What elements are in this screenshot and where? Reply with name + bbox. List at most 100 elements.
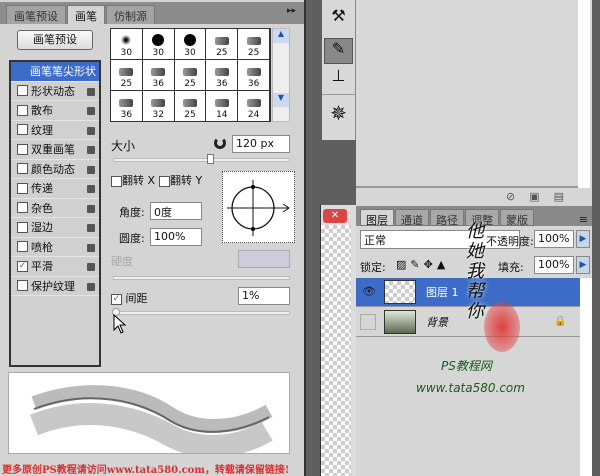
checkbox[interactable]	[17, 241, 28, 253]
brush-option-item[interactable]: ✓ 平滑	[11, 257, 99, 277]
brush-option-item[interactable]: 保护纹理	[11, 277, 99, 296]
tab-masks[interactable]: 蒙版	[500, 209, 534, 227]
slider-handle[interactable]	[207, 154, 214, 164]
spacing-slider[interactable]	[112, 308, 290, 316]
lock-icon[interactable]	[87, 146, 95, 154]
brush-grid-scrollbar[interactable]: ▲ ▼	[272, 28, 290, 122]
brush-tip[interactable]: 25	[175, 91, 207, 121]
fill-arrow-icon[interactable]: ▶	[576, 256, 590, 274]
spacing-input[interactable]: 1%	[238, 287, 290, 305]
panel-scrollbar[interactable]	[578, 0, 590, 188]
roundness-input[interactable]: 100%	[150, 228, 202, 246]
brush-tip[interactable]: 36	[206, 60, 239, 91]
checkbox[interactable]	[17, 221, 28, 233]
brush-tip[interactable]: 25	[174, 60, 207, 91]
checkbox[interactable]	[17, 280, 28, 292]
flip-x-label: 翻转 X	[122, 174, 156, 187]
checkbox[interactable]	[17, 182, 28, 194]
lock-icon[interactable]	[87, 204, 95, 213]
brush-angle-preview[interactable]	[222, 171, 295, 243]
navigator-icon[interactable]: ✵	[322, 94, 355, 128]
tab-layers[interactable]: 图层	[360, 209, 394, 227]
brush-tools-icon[interactable]: ⚒	[322, 6, 355, 36]
lock-icon[interactable]	[87, 87, 95, 96]
lock-icon[interactable]	[87, 224, 95, 232]
brush-panel-icon[interactable]: ✎	[324, 38, 353, 64]
reset-size-icon[interactable]	[214, 137, 226, 149]
brush-option-item[interactable]: 形状动态	[11, 82, 99, 101]
brush-option-item[interactable]: 画笔笔尖形状	[11, 62, 99, 82]
flip-y-checkbox[interactable]: 翻转 Y	[159, 172, 202, 188]
angle-label: 角度:	[119, 206, 145, 219]
angle-input[interactable]: 0度	[150, 202, 202, 220]
brush-tip[interactable]: 36	[238, 60, 270, 91]
tab-brush-presets[interactable]: 画笔预设	[6, 5, 66, 24]
brush-tip[interactable]: 25	[206, 29, 239, 60]
opacity-label: 不透明度:	[486, 235, 534, 248]
tab-channels[interactable]: 通道	[395, 209, 429, 227]
double-chevron-right-icon[interactable]: ▸▸	[287, 6, 296, 16]
spacing-checkbox[interactable]: ✓ 间距	[111, 290, 148, 306]
brush-tip[interactable]: 36	[142, 60, 175, 91]
checkbox[interactable]	[17, 202, 28, 214]
brush-tip[interactable]: 14	[206, 91, 239, 121]
flip-x-checkbox[interactable]: 翻转 X	[111, 172, 155, 188]
brush-option-item[interactable]: 喷枪	[11, 238, 99, 257]
checkbox[interactable]	[17, 163, 28, 175]
brush-presets-button[interactable]: 画笔预设	[17, 30, 93, 50]
brush-tip-shape-icon	[183, 34, 196, 46]
site-url-watermark: www.tata580.com	[416, 381, 525, 395]
hardness-label: 硬度	[111, 255, 133, 268]
brush-tip[interactable]: 24	[238, 91, 270, 121]
lock-icon[interactable]	[87, 126, 95, 135]
lock-icon[interactable]	[87, 107, 95, 115]
close-icon[interactable]: ✕	[323, 209, 347, 223]
lock-icon[interactable]	[87, 282, 95, 291]
brush-tip[interactable]: 25	[111, 60, 143, 91]
brush-option-item[interactable]: 纹理	[11, 121, 99, 140]
layers-scrollbar[interactable]	[580, 278, 592, 476]
lock-icon[interactable]	[87, 263, 95, 271]
fill-input[interactable]: 100%	[534, 256, 574, 274]
panel-footer-icons[interactable]: ⊘▣▤	[506, 190, 578, 203]
lock-icon[interactable]	[87, 243, 95, 252]
document-canvas[interactable]: ✕	[320, 205, 356, 476]
tab-clone-source[interactable]: 仿制源	[106, 5, 155, 24]
checkbox[interactable]	[17, 85, 28, 97]
visibility-toggle[interactable]	[360, 314, 376, 330]
tab-brush[interactable]: 画笔	[67, 5, 105, 24]
checkbox[interactable]: ✓	[17, 260, 28, 272]
size-slider[interactable]	[113, 154, 290, 164]
opacity-input[interactable]: 100%	[534, 230, 574, 248]
brush-tip[interactable]: 30	[174, 29, 207, 60]
lock-icons[interactable]: ▨✎✥▲	[396, 258, 449, 271]
size-input[interactable]: 120 px	[232, 135, 290, 153]
brush-option-item[interactable]: 颜色动态	[11, 160, 99, 179]
clone-source-icon[interactable]: ⊥	[322, 66, 355, 94]
brush-option-item[interactable]: 杂色	[11, 199, 99, 218]
brush-tip[interactable]: 25	[238, 29, 270, 60]
brush-size-label: 25	[247, 48, 260, 58]
roundness-label: 圆度:	[119, 232, 145, 245]
brush-tip[interactable]: 32	[143, 91, 175, 121]
brush-tip[interactable]: 30	[142, 29, 175, 60]
checkbox[interactable]	[17, 104, 28, 116]
brush-tip[interactable]: 36	[111, 91, 143, 121]
brush-option-item[interactable]: 双重画笔	[11, 140, 99, 160]
brush-tip[interactable]: 30	[111, 29, 143, 60]
scroll-down-icon[interactable]: ▼	[273, 93, 289, 107]
eye-icon[interactable]: 👁	[362, 285, 376, 298]
lock-icon[interactable]	[87, 165, 95, 174]
tab-paths[interactable]: 路径	[430, 209, 464, 227]
brush-option-item[interactable]: 传递	[11, 179, 99, 199]
checkbox[interactable]	[17, 124, 28, 136]
checkbox[interactable]	[17, 143, 28, 155]
option-label: 颜色动态	[31, 162, 75, 176]
brush-option-item[interactable]: 散布	[11, 101, 99, 121]
brush-option-item[interactable]: 湿边	[11, 218, 99, 238]
seal-watermark-text: 他她我帮你	[466, 221, 484, 322]
panel-menu-icon[interactable]: ≡	[579, 213, 588, 226]
lock-icon[interactable]	[87, 185, 95, 193]
opacity-arrow-icon[interactable]: ▶	[576, 230, 590, 248]
scroll-up-icon[interactable]: ▲	[273, 29, 289, 43]
